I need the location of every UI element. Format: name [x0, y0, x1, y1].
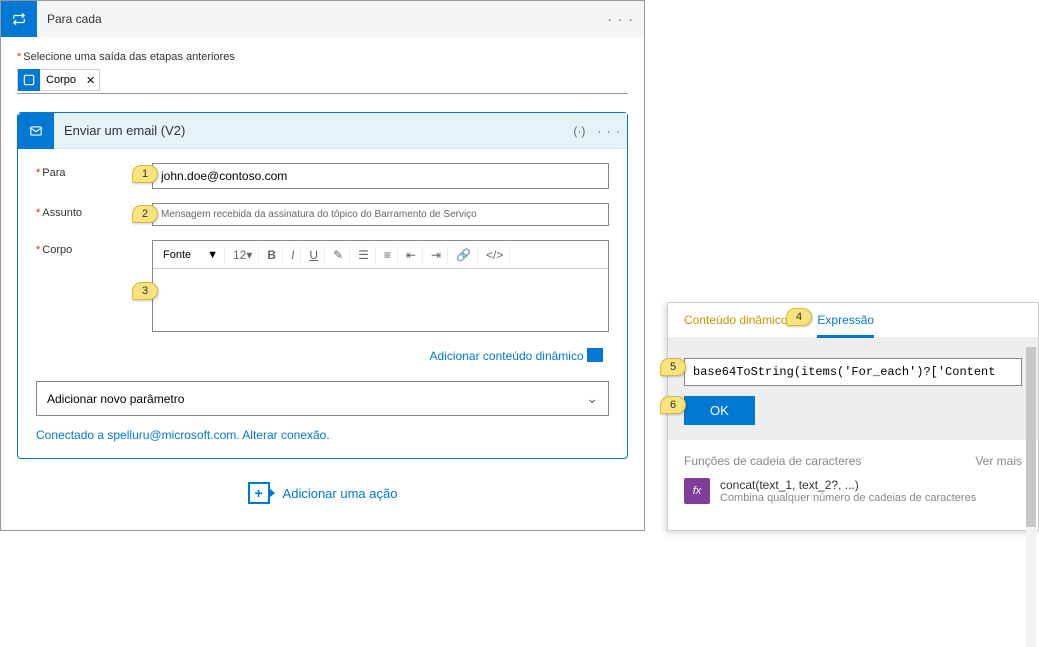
outdent-button[interactable]: ⇤: [400, 246, 423, 264]
foreach-menu-button[interactable]: · · ·: [607, 11, 634, 27]
connection-info[interactable]: Conectado a spelluru@microsoft.com. Alte…: [18, 428, 627, 458]
flow-designer-panel: Para cada · · · Selecione uma saída das …: [0, 0, 645, 531]
token-icon: [18, 69, 40, 91]
font-size-select[interactable]: 12 ▾: [227, 246, 259, 264]
bullet-list-button[interactable]: ☰: [352, 246, 376, 264]
tab-dynamic-content[interactable]: Conteúdo dinâmico: [684, 313, 787, 337]
add-action-icon: [248, 482, 270, 504]
peek-code-button[interactable]: (·): [567, 124, 591, 138]
bold-button[interactable]: B: [261, 246, 283, 264]
token-label: Corpo: [40, 74, 82, 86]
body-row: Corpo Fonte▼ 12 ▾ B I U ✎ ☰ ≡: [36, 240, 609, 332]
email-form: Para 1 Assunto 2 Corpo Fonte▼: [18, 149, 627, 379]
body-editor[interactable]: Fonte▼ 12 ▾ B I U ✎ ☰ ≡ ⇤ ⇥ 🔗: [152, 240, 609, 332]
dynamic-content-panel: Conteúdo dinâmico Expressão 4 base64ToSt…: [667, 302, 1039, 531]
add-action-area: Adicionar uma ação: [17, 459, 628, 527]
text-color-button[interactable]: ✎: [327, 246, 350, 264]
dynamic-pointer-icon: [587, 348, 603, 362]
dynamic-tabs: Conteúdo dinâmico Expressão 4: [668, 303, 1038, 338]
foreach-title: Para cada: [47, 12, 102, 26]
scrollbar-thumb[interactable]: [1026, 347, 1036, 527]
add-parameter-dropdown[interactable]: Adicionar novo parâmetro ⌄: [36, 381, 609, 416]
loop-icon: [1, 1, 37, 37]
callout-badge-3: 3: [132, 282, 158, 300]
fx-icon: fx: [684, 478, 710, 504]
foreach-body: Selecione uma saída das etapas anteriore…: [1, 37, 644, 537]
link-button[interactable]: 🔗: [450, 246, 478, 264]
expression-area: base64ToString(items('For_each')?['Conte…: [668, 338, 1038, 439]
function-item-concat[interactable]: fx concat(text_1, text_2?, ...) Combina …: [668, 468, 1038, 514]
func-name: concat(text_1, text_2?, ...): [720, 478, 976, 492]
callout-badge-6: 6: [660, 396, 686, 414]
subject-input[interactable]: [152, 203, 609, 226]
body-label: Corpo: [36, 240, 152, 256]
callout-badge-4: 4: [786, 308, 812, 326]
body-token[interactable]: Corpo ✕: [17, 69, 100, 91]
output-field[interactable]: Corpo ✕: [17, 65, 628, 94]
func-desc: Combina qualquer número de cadeias de ca…: [720, 492, 976, 504]
email-title: Enviar um email (V2): [54, 123, 567, 138]
scrollbar[interactable]: [1026, 347, 1036, 647]
func-section-title: Funções de cadeia de caracteres: [684, 454, 861, 468]
email-header[interactable]: Enviar um email (V2) (·) · · ·: [18, 113, 627, 149]
output-label: Selecione uma saída das etapas anteriore…: [17, 51, 628, 63]
callout-badge-5: 5: [660, 358, 686, 376]
subject-row: Assunto 2: [36, 203, 609, 226]
send-email-card: Enviar um email (V2) (·) · · · Para 1 As…: [17, 112, 628, 459]
indent-button[interactable]: ⇥: [425, 246, 448, 264]
callout-badge-1: 1: [132, 165, 158, 183]
number-list-button[interactable]: ≡: [378, 246, 398, 264]
func-section-header: Funções de cadeia de caracteres Ver mais: [668, 439, 1038, 468]
token-remove[interactable]: ✕: [82, 74, 99, 87]
outlook-icon: [18, 113, 54, 149]
add-action-button[interactable]: Adicionar uma ação: [239, 477, 407, 509]
to-row: Para 1: [36, 163, 609, 189]
ok-button[interactable]: OK: [684, 396, 755, 425]
add-action-label: Adicionar uma ação: [283, 486, 398, 501]
email-menu-button[interactable]: · · ·: [591, 124, 627, 138]
font-select[interactable]: Fonte▼: [157, 247, 225, 263]
italic-button[interactable]: I: [285, 246, 301, 264]
add-param-label: Adicionar novo parâmetro: [47, 392, 184, 406]
body-textarea[interactable]: [153, 269, 608, 331]
to-input[interactable]: [152, 163, 609, 189]
foreach-title-bar: Para cada · · ·: [37, 1, 644, 37]
tab-expression[interactable]: Expressão: [817, 313, 874, 338]
add-dynamic-content-link[interactable]: Adicionar conteúdo dinâmico: [36, 346, 609, 369]
foreach-header[interactable]: Para cada · · ·: [1, 1, 644, 37]
callout-badge-2: 2: [132, 205, 158, 223]
see-more-link[interactable]: Ver mais: [975, 454, 1022, 468]
rte-toolbar: Fonte▼ 12 ▾ B I U ✎ ☰ ≡ ⇤ ⇥ 🔗: [153, 241, 608, 269]
expression-input[interactable]: base64ToString(items('For_each')?['Conte…: [684, 358, 1022, 386]
chevron-down-icon: ⌄: [586, 390, 598, 407]
code-view-button[interactable]: </>: [480, 246, 510, 264]
underline-button[interactable]: U: [303, 246, 325, 264]
